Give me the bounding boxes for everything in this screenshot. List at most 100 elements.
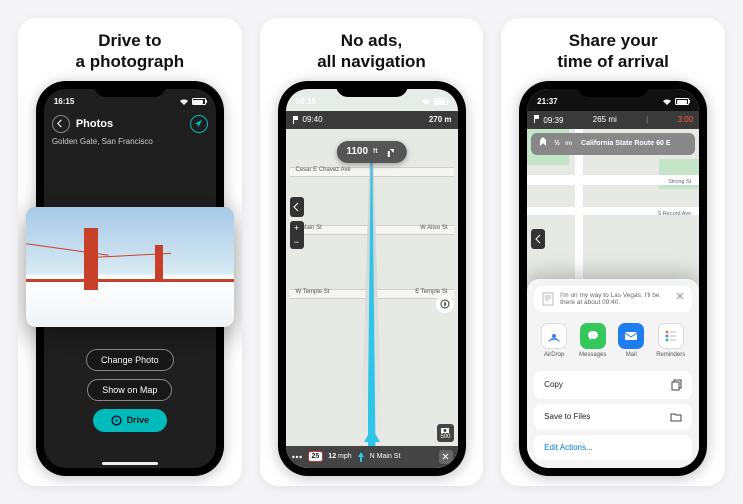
trip-info-bar: 09:39 265 mi | 3:00 <box>527 111 699 129</box>
chevron-left-icon <box>293 202 300 212</box>
share-reminders[interactable]: Reminders <box>656 323 685 358</box>
share-airdrop[interactable]: AirDrop <box>541 323 567 358</box>
current-location-arrow-icon <box>364 428 380 442</box>
arrival-time: 09:39 <box>533 115 563 125</box>
promo-card-1: Drive to a photograph 16:15 Photos Gold <box>18 18 242 486</box>
card-title: No ads, all navigation <box>307 18 436 81</box>
close-icon <box>676 292 684 300</box>
photo-location: Golden Gate, San Francisco <box>44 137 216 150</box>
photo-actions: Change Photo Show on Map Drive <box>44 349 216 432</box>
battery-icon <box>192 98 206 105</box>
remaining-distance: 270 m <box>429 115 452 124</box>
folder-icon <box>670 412 682 422</box>
option-label: Copy <box>544 380 563 389</box>
bottom-bar: 25 12 mph N Main St <box>286 446 458 468</box>
chevron-left-icon <box>56 119 65 128</box>
screen-title: Photos <box>76 118 184 130</box>
change-photo-button[interactable]: Change Photo <box>86 349 174 371</box>
photo-thumbnail[interactable] <box>26 207 234 327</box>
edit-actions-option[interactable]: Edit Actions... <box>534 435 692 460</box>
share-messages[interactable]: Messages <box>579 323 606 358</box>
zoom-out-button[interactable]: − <box>290 235 304 249</box>
copy-option[interactable]: Copy <box>534 371 692 399</box>
wifi-icon <box>421 98 431 106</box>
option-label: Save to Files <box>544 412 590 421</box>
app-label: Messages <box>579 352 606 358</box>
map-view[interactable]: Cesar E Chavez Ave N Main St W Aliso St … <box>286 129 458 468</box>
zoom-in-button[interactable]: + <box>290 221 304 235</box>
compass-icon <box>440 299 450 309</box>
direction-distance: ½ <box>554 140 560 147</box>
status-icons <box>662 98 689 106</box>
close-icon <box>442 453 449 460</box>
flag-icon <box>533 115 541 123</box>
eta-value: 09:40 <box>303 115 323 124</box>
street-label: Cesar E Chavez Ave <box>296 167 351 173</box>
panel-toggle[interactable] <box>290 197 304 217</box>
direction-bubble: 1100 ft <box>336 141 406 163</box>
navigation-screen: 16:15 09:40 270 m Cesar E Chavez Ave N M… <box>286 89 458 468</box>
close-button[interactable] <box>439 450 453 464</box>
drive-button[interactable]: Drive <box>93 409 168 432</box>
reminders-icon <box>658 323 684 349</box>
direction-distance: 1100 <box>346 146 368 157</box>
status-icons <box>179 98 206 106</box>
back-button[interactable] <box>52 115 70 133</box>
zoom-control: + − <box>290 221 304 249</box>
promo-card-2: No ads, all navigation 16:15 09:40 270 m… <box>260 18 484 486</box>
direction-unit: ft <box>373 148 378 155</box>
direction-unit: mi <box>565 141 572 147</box>
camera-distance: 500 <box>440 434 450 440</box>
current-speed: 12 mph <box>328 453 351 460</box>
drive-label: Drive <box>127 415 150 425</box>
street-label: W Temple St <box>296 289 330 295</box>
speed-limit-sign: 25 <box>308 451 324 462</box>
share-screen: 21:37 09:39 265 mi | 3:00 <box>527 89 699 468</box>
chevron-left-icon <box>535 234 542 244</box>
close-button[interactable] <box>676 292 684 303</box>
save-to-files-option[interactable]: Save to Files <box>534 404 692 430</box>
share-message: I'm on my way to Las Vegas. I'll be ther… <box>534 286 692 312</box>
mail-icon <box>618 323 644 349</box>
share-apps-row: AirDrop Messages Mail <box>527 319 699 366</box>
recenter-button[interactable] <box>436 295 454 313</box>
street-label: W Aliso St <box>420 225 447 231</box>
arrival-time: 09:40 <box>292 115 323 124</box>
current-street: N Main St <box>370 453 401 460</box>
notch <box>336 81 408 97</box>
merge-icon <box>537 137 549 151</box>
status-time: 16:15 <box>296 97 316 106</box>
phone-frame: 21:37 09:39 265 mi | 3:00 <box>519 81 707 476</box>
street-label: S Record Ave <box>658 211 692 217</box>
speed-camera-badge: 500 <box>437 424 453 442</box>
street-label: E Temple St <box>415 289 447 295</box>
app-label: AirDrop <box>544 352 564 358</box>
recenter-button[interactable] <box>190 115 208 133</box>
phone-frame: 16:15 09:40 270 m Cesar E Chavez Ave N M… <box>278 81 466 476</box>
menu-icon[interactable] <box>291 451 303 463</box>
direction-strip: ½ mi California State Route 60 E <box>531 133 695 155</box>
card-title: Drive to a photograph <box>66 18 195 81</box>
card-title: Share your time of arrival <box>547 18 679 81</box>
remaining-distance: 265 mi <box>593 115 617 124</box>
copy-icon <box>671 379 682 391</box>
nav-header: Photos <box>44 111 216 137</box>
wifi-icon <box>179 98 189 106</box>
status-icons <box>421 98 448 106</box>
direction-road: California State Route 60 E <box>581 140 670 147</box>
panel-toggle[interactable] <box>531 229 545 249</box>
wifi-icon <box>662 98 672 106</box>
app-label: Reminders <box>656 352 685 358</box>
notch <box>94 81 166 97</box>
show-on-map-button[interactable]: Show on Map <box>87 379 172 401</box>
status-time: 21:37 <box>537 97 557 106</box>
share-text: I'm on my way to Las Vegas. I'll be ther… <box>560 292 670 306</box>
camera-icon <box>440 426 450 434</box>
share-sheet: I'm on my way to Las Vegas. I'll be ther… <box>527 279 699 468</box>
location-arrow-icon <box>194 119 203 128</box>
flag-icon <box>292 116 300 124</box>
option-label: Edit Actions... <box>544 443 592 452</box>
messages-icon <box>580 323 606 349</box>
route-arrow-icon <box>357 452 365 462</box>
share-mail[interactable]: Mail <box>618 323 644 358</box>
